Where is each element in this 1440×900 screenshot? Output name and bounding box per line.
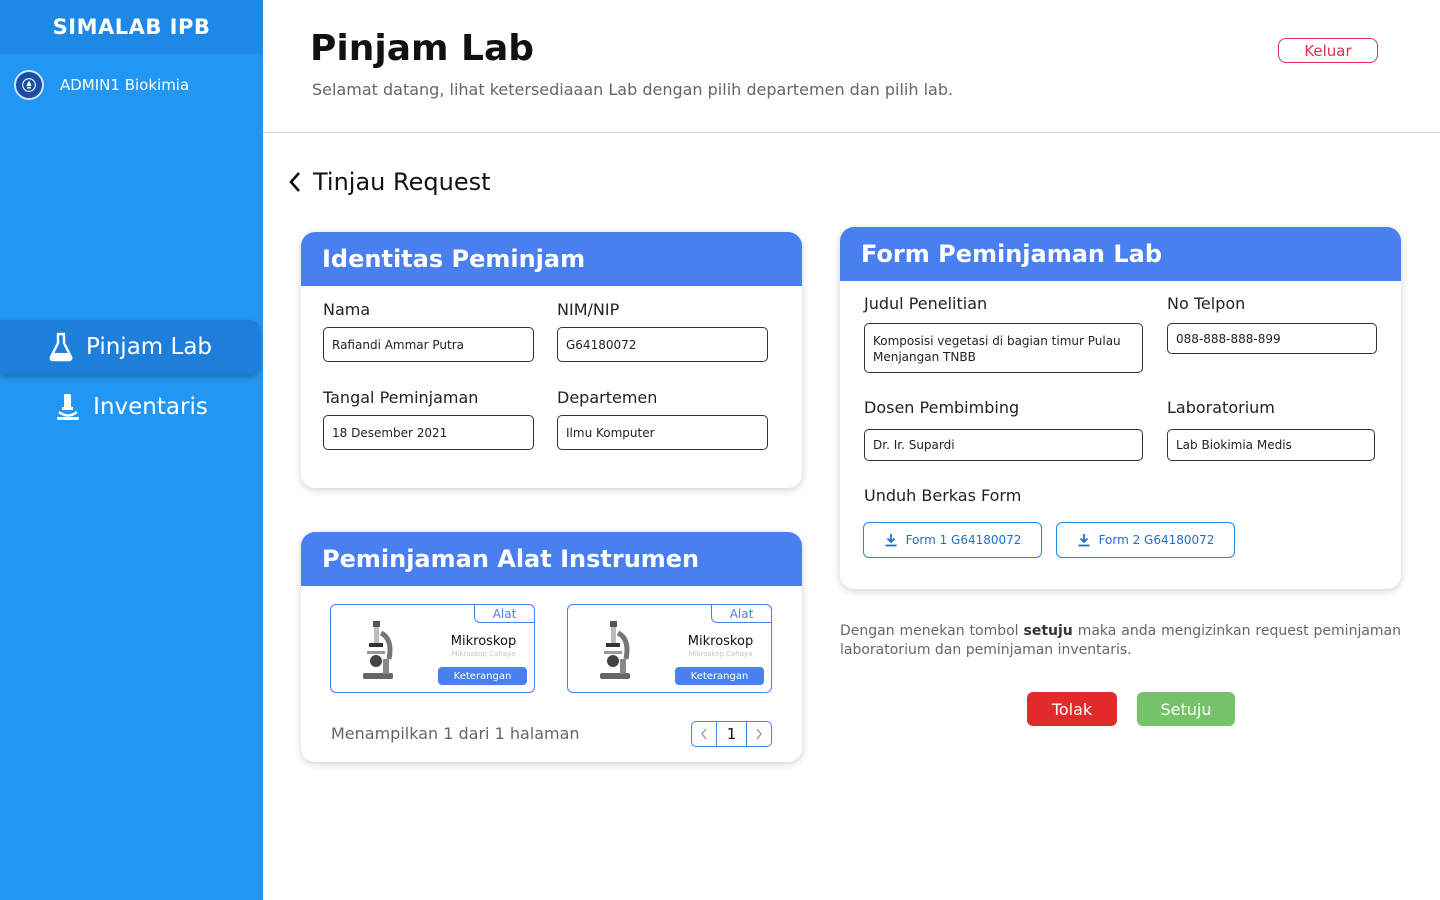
section-title: Tinjau Request [313,168,491,196]
ipb-logo-icon [14,70,44,100]
back-link[interactable]: Tinjau Request [287,168,491,196]
identitas-card-title: Identitas Peminjam [301,232,802,286]
alat-card: Peminjaman Alat Instrumen Alat Mikroskop… [301,532,802,762]
keterangan-button[interactable]: Keterangan [675,667,764,685]
accept-button[interactable]: Setuju [1137,692,1235,726]
departemen-field[interactable]: Ilmu Komputer [557,415,768,450]
tanggal-field[interactable]: 18 Desember 2021 [323,415,534,450]
microscope-image-icon [363,621,393,679]
prev-page-button[interactable] [692,722,716,746]
consent-bold: setuju [1023,623,1073,639]
dosen-field[interactable]: Dr. Ir. Supardi [864,429,1143,461]
instrument-tag: Alat [711,604,772,623]
chevron-left-icon [701,728,707,740]
sidebar-item-pinjam-lab[interactable]: Pinjam Lab [0,320,260,374]
dosen-label: Dosen Pembimbing [864,398,1020,417]
lab-field[interactable]: Lab Biokimia Medis [1167,429,1375,461]
page-subtitle: Selamat datang, lihat ketersediaaan Lab … [312,80,954,99]
pagination-info: Menampilkan 1 dari 1 halaman [331,724,580,743]
download-icon [885,534,897,547]
tanggal-label: Tangal Peminjaman [323,388,479,407]
telpon-field[interactable]: 088-888-888-899 [1167,323,1377,354]
nim-label: NIM/NIP [557,300,620,319]
judul-line-1: Komposisi vegetasi di bagian timur Pulau [873,334,1121,348]
nim-field[interactable]: G64180072 [557,327,768,362]
logout-button[interactable]: Keluar [1278,38,1378,63]
consent-text: Dengan menekan tombol setuju maka anda m… [840,622,1401,660]
judul-line-2: Menjangan TNBB [873,350,976,364]
instrument-name: Mikroskop [450,634,517,649]
download-form1-button[interactable]: Form 1 G64180072 [863,522,1042,558]
sidebar-nav: Pinjam Lab Inventaris [0,320,263,434]
pagination: 1 [691,721,772,747]
instrument-subtitle: Mikroskop Cahaya [451,650,516,658]
nama-label: Nama [323,300,371,319]
app-brand: SIMALAB IPB [0,0,263,54]
consent-before: Dengan menekan tombol [840,623,1024,639]
telpon-label: No Telpon [1167,294,1246,313]
page-header: Pinjam Lab Selamat datang, lihat keterse… [263,0,1440,133]
sidebar-item-inventaris[interactable]: Inventaris [0,380,263,434]
identitas-card: Identitas Peminjam Nama Rafiandi Ammar P… [301,232,802,488]
keterangan-button[interactable]: Keterangan [438,667,527,685]
download-icon [1078,534,1090,547]
instrument-subtitle: Mikroskop Cahaya [688,650,753,658]
user-name: ADMIN1 Biokimia [60,76,190,94]
departemen-label: Departemen [557,388,658,407]
instrument-tag: Alat [474,604,535,623]
user-profile: ADMIN1 Biokimia [0,54,263,116]
nama-field[interactable]: Rafiandi Ammar Putra [323,327,534,362]
microscope-icon [55,392,81,422]
page-title: Pinjam Lab [310,28,535,69]
sidebar-item-label: Inventaris [93,394,208,420]
flask-icon [48,332,74,362]
sidebar-item-label: Pinjam Lab [85,334,213,360]
next-page-button[interactable] [747,722,771,746]
chevron-right-icon [756,728,762,740]
current-page[interactable]: 1 [716,722,747,746]
chevron-left-icon [289,172,300,192]
instrument-item: Alat Mikroskop Mikroskop Cahaya Keterang… [567,604,772,693]
sidebar: SIMALAB IPB ADMIN1 Biokimia Pinjam Lab I… [0,0,263,900]
judul-field[interactable]: Komposisi vegetasi di bagian timur Pulau… [864,323,1143,373]
form-card-title: Form Peminjaman Lab [840,227,1401,281]
alat-card-title: Peminjaman Alat Instrumen [301,532,802,586]
reject-button[interactable]: Tolak [1027,692,1117,726]
download-form2-button[interactable]: Form 2 G64180072 [1056,522,1235,558]
judul-label: Judul Penelitian [864,294,988,313]
download-form2-label: Form 2 G64180072 [1098,533,1215,547]
instrument-name: Mikroskop [687,634,754,649]
microscope-image-icon [600,621,630,679]
unduh-label: Unduh Berkas Form [864,486,1022,505]
download-form1-label: Form 1 G64180072 [905,533,1022,547]
instrument-item: Alat Mikroskop Mikroskop Cahaya Keterang… [330,604,535,693]
form-card: Form Peminjaman Lab Judul Penelitian Kom… [840,227,1401,589]
lab-label: Laboratorium [1167,398,1275,417]
